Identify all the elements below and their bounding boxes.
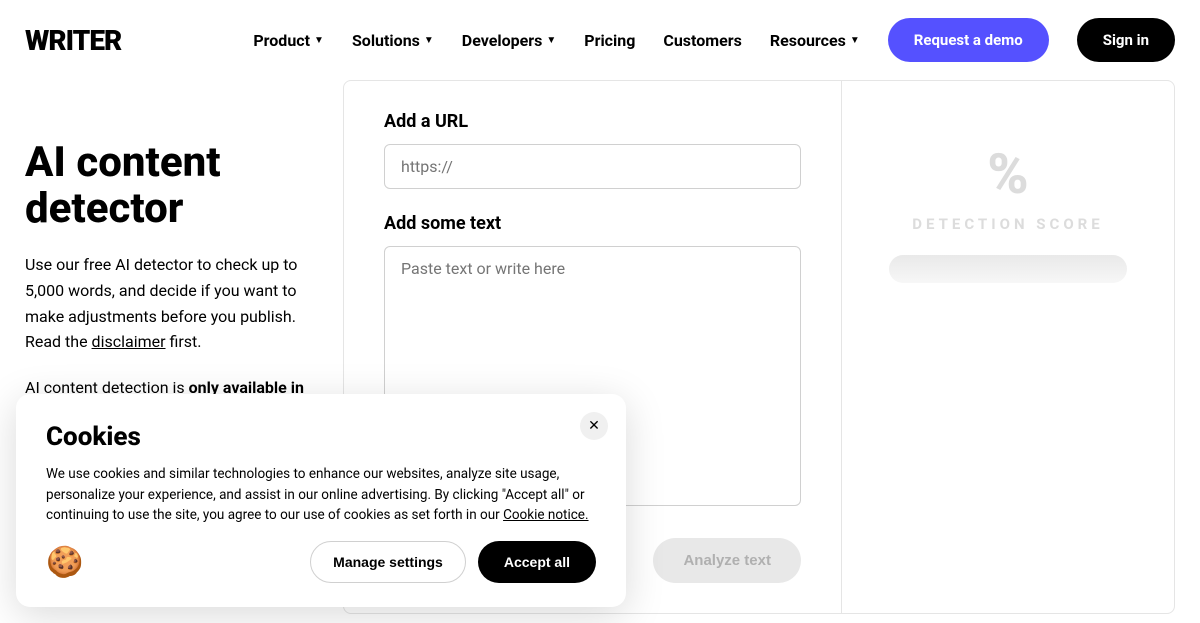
score-label: DETECTION SCORE: [912, 215, 1103, 233]
manage-settings-button[interactable]: Manage settings: [310, 541, 466, 583]
cookie-buttons: Manage settings Accept all: [310, 541, 596, 583]
cookie-banner: ✕ Cookies We use cookies and similar tec…: [16, 394, 626, 607]
logo[interactable]: WRITER: [25, 24, 121, 57]
nav-developers[interactable]: Developers▼: [462, 31, 556, 50]
disclaimer-link[interactable]: disclaimer: [92, 332, 166, 351]
score-section: % DETECTION SCORE: [842, 81, 1174, 613]
cookie-body: We use cookies and similar technologies …: [46, 464, 596, 525]
analyze-button[interactable]: Analyze text: [653, 538, 801, 583]
sign-in-button[interactable]: Sign in: [1077, 18, 1175, 62]
main-nav: Product▼ Solutions▼ Developers▼ Pricing …: [253, 18, 1175, 62]
url-input[interactable]: [384, 144, 801, 189]
close-button[interactable]: ✕: [580, 412, 608, 440]
text-label: Add some text: [384, 213, 801, 234]
nav-label: Resources: [770, 31, 846, 50]
chevron-down-icon: ▼: [546, 35, 556, 46]
score-bar: [889, 255, 1127, 283]
nav-product[interactable]: Product ▼: [253, 31, 324, 50]
page-title: AI content detector: [25, 140, 325, 232]
nav-customers[interactable]: Customers: [663, 31, 741, 50]
cookie-notice-link[interactable]: Cookie notice.: [503, 507, 588, 523]
nav-label: Developers: [462, 31, 543, 50]
percent-icon: %: [987, 141, 1029, 207]
url-label: Add a URL: [384, 111, 801, 132]
accept-all-button[interactable]: Accept all: [478, 541, 596, 583]
nav-label: Solutions: [352, 31, 420, 50]
close-icon: ✕: [588, 418, 600, 434]
chevron-down-icon: ▼: [314, 35, 324, 46]
chevron-down-icon: ▼: [850, 35, 860, 46]
nav-pricing[interactable]: Pricing: [584, 31, 635, 50]
cookie-icon: 🍪: [46, 545, 83, 580]
header: WRITER Product▼ Solutions▼ Developers▼ P…: [0, 0, 1200, 80]
nav-label: Product: [253, 31, 310, 50]
cookie-actions: 🍪 Manage settings Accept all: [46, 541, 596, 583]
chevron-down-icon: ▼: [424, 35, 434, 46]
request-demo-button[interactable]: Request a demo: [888, 18, 1049, 62]
intro-paragraph-1: Use our free AI detector to check up to …: [25, 252, 325, 354]
cookie-title: Cookies: [46, 422, 596, 452]
nav-solutions[interactable]: Solutions ▼: [352, 31, 434, 50]
nav-resources[interactable]: Resources ▼: [770, 31, 860, 50]
text: first.: [166, 332, 202, 351]
